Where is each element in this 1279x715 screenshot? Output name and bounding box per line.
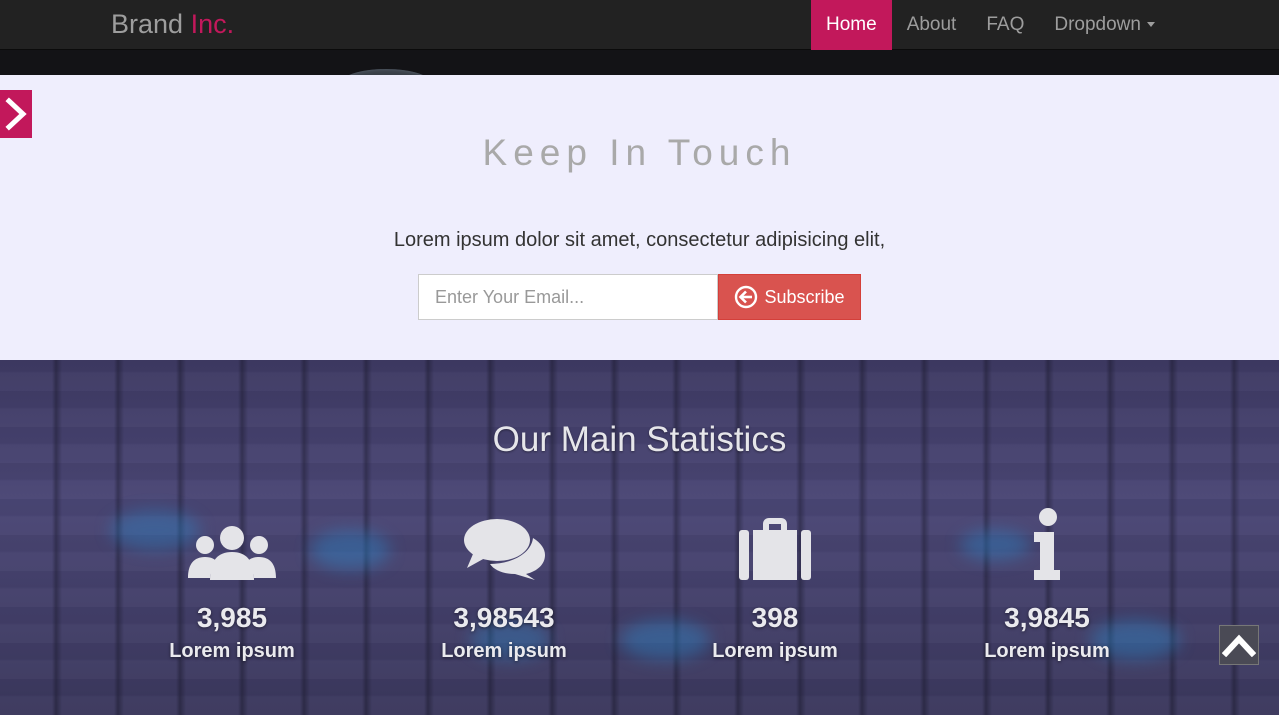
- stat-value: 3,9845: [1004, 602, 1090, 633]
- nav-item-dropdown[interactable]: Dropdown: [1039, 0, 1170, 50]
- stat-item: 3,985 Lorem ipsum: [132, 510, 332, 663]
- hero-background: [0, 50, 1279, 75]
- users-icon: [188, 526, 276, 580]
- caret-down-icon: [1146, 22, 1155, 28]
- subscribe-section: Keep In Touch Lorem ipsum dolor sit amet…: [0, 75, 1279, 360]
- stat-label: Lorem ipsum: [169, 640, 295, 662]
- stat-value: 3,98543: [453, 602, 555, 633]
- subscribe-button-label: Subscribe: [764, 286, 845, 307]
- nav-item-dropdown-label: Dropdown: [1054, 14, 1141, 35]
- side-toggle-button[interactable]: [0, 90, 32, 138]
- nav-menu: Home About FAQ Dropdown: [811, 0, 1170, 50]
- nav-item-home[interactable]: Home: [811, 0, 892, 50]
- nav-item-about[interactable]: About: [892, 0, 972, 50]
- stat-label: Lorem ipsum: [712, 640, 838, 662]
- briefcase-icon: [739, 518, 811, 580]
- stat-value: 3,985: [196, 602, 268, 633]
- stat-label: Lorem ipsum: [441, 640, 567, 662]
- brand-accent: Inc.: [190, 9, 235, 39]
- info-icon: [1034, 508, 1060, 580]
- chevron-right-icon: [5, 97, 27, 131]
- email-input[interactable]: [418, 274, 718, 320]
- circle-arrow-left-icon: [735, 285, 758, 309]
- brand-main: Brand: [111, 9, 184, 39]
- stat-label: Lorem ipsum: [984, 640, 1110, 662]
- nav-item-faq[interactable]: FAQ: [971, 0, 1039, 50]
- subscribe-title: Keep In Touch: [482, 132, 797, 173]
- stat-value: 398: [751, 602, 799, 633]
- comments-icon: [464, 519, 545, 580]
- subscribe-button[interactable]: Subscribe: [718, 274, 861, 320]
- stats-section: Our Main Statistics 3,985 Lorem ipsum 3,…: [0, 360, 1279, 715]
- brand-logo[interactable]: Brand Inc.: [111, 9, 234, 40]
- navbar: Brand Inc. Home About FAQ Dropdown: [0, 0, 1279, 50]
- stats-title: Our Main Statistics: [492, 420, 787, 459]
- subscribe-text: Lorem ipsum dolor sit amet, consectetur …: [393, 229, 886, 251]
- stat-item: 398 Lorem ipsum: [675, 510, 875, 663]
- stat-item: 3,9845 Lorem ipsum: [947, 508, 1147, 663]
- stat-item: 3,98543 Lorem ipsum: [404, 510, 604, 663]
- back-to-top-button[interactable]: [1219, 625, 1259, 665]
- chevron-up-icon: [1222, 634, 1256, 657]
